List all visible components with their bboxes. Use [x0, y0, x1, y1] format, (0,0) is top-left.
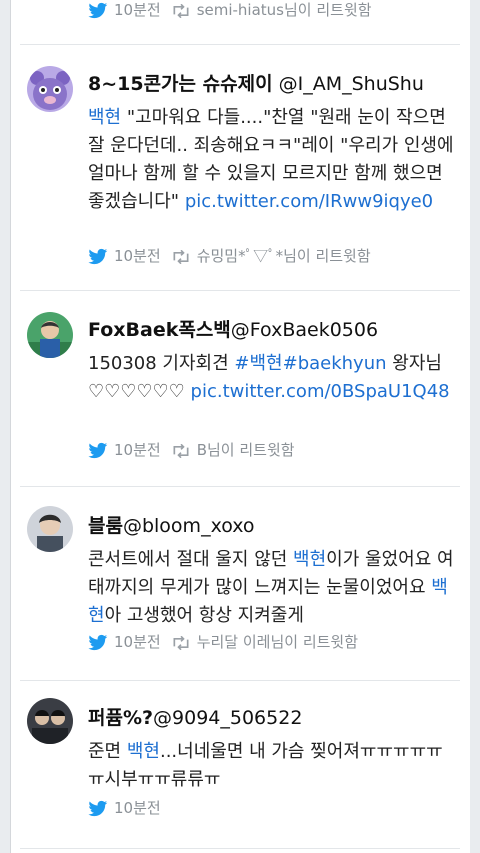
separator: [20, 290, 460, 291]
timeline-card: 10분전 semi-hiatus님이 리트윗함 8~15콘가는 슈슈제이 @I_A…: [10, 0, 470, 853]
tweet-header[interactable]: 퍼퓸%?@9094_506522: [88, 704, 456, 732]
tweet-header[interactable]: FoxBaek폭스백@FoxBaek0506: [88, 316, 456, 344]
tweet-header[interactable]: 8~15콘가는 슈슈제이 @I_AM_ShuShu: [88, 70, 456, 98]
tweet-text-part: 콘서트에서 절대 울지 않던: [88, 549, 294, 570]
retweet-icon: [173, 3, 189, 18]
pic-link[interactable]: pic.twitter.com/IRww9iqye0: [185, 191, 433, 212]
tweet-text-part: 150308 기자회견: [88, 353, 235, 374]
photo-avatar-icon: [27, 312, 73, 358]
avatar[interactable]: [27, 66, 73, 112]
tweet-text: 준면 백현...너네울면 내 가슴 찢어져ㅠㅠㅠㅠㅠㅠ시부ㅠㅠ류류ㅠ: [88, 738, 456, 794]
twitter-bird-icon: [88, 634, 108, 650]
hashtag-link[interactable]: #백현#baekhyun: [234, 353, 386, 374]
display-name[interactable]: FoxBaek폭스백: [88, 319, 231, 341]
user-handle[interactable]: @bloom_xoxo: [123, 515, 255, 537]
tweet-time: 10분전: [114, 441, 161, 459]
separator: [20, 848, 460, 849]
avatar[interactable]: [27, 312, 73, 358]
user-handle[interactable]: @I_AM_ShuShu: [279, 73, 424, 95]
tweet-text: 콘서트에서 절대 울지 않던 백현이가 울었어요 여태까지의 무게가 많이 느껴…: [88, 546, 456, 630]
retweeted-by[interactable]: semi-hiatus님이 리트윗함: [197, 1, 372, 19]
retweeted-by[interactable]: B님이 리트윗함: [197, 441, 295, 459]
hashtag-link[interactable]: 백현: [293, 549, 326, 570]
user-handle[interactable]: @FoxBaek0506: [231, 319, 378, 341]
tweet-text-part: 아 고생했어 항상 지켜줄게: [104, 605, 304, 626]
retweet-icon: [173, 635, 189, 650]
retweeted-by[interactable]: 누리달 이레님이 리트윗함: [197, 633, 358, 651]
photo-avatar-icon: [27, 506, 73, 552]
tweet-time: 10분전: [114, 1, 161, 19]
user-handle[interactable]: @9094_506522: [153, 707, 302, 729]
avatar[interactable]: [27, 506, 73, 552]
bear-avatar-icon: [27, 66, 73, 112]
photo-avatar-icon: [27, 698, 73, 744]
tweet-meta: 10분전: [88, 798, 171, 818]
separator: [20, 680, 460, 681]
retweet-icon: [173, 443, 189, 458]
tweet-time: 10분전: [114, 799, 161, 817]
tweet-meta: 10분전 슈밍밈*ﾟ▽ﾟ*님이 리트윗함: [88, 246, 371, 266]
hashtag-link[interactable]: 백현: [127, 741, 160, 762]
twitter-bird-icon: [88, 800, 108, 816]
twitter-bird-icon: [88, 442, 108, 458]
separator: [20, 486, 460, 487]
display-name[interactable]: 블룸: [88, 515, 123, 537]
hashtag-link[interactable]: 백현: [88, 107, 121, 128]
tweet-text: 150308 기자회견 #백현#baekhyun 왕자님♡♡♡♡♡♡ pic.t…: [88, 350, 456, 406]
tweet-meta: 10분전 B님이 리트윗함: [88, 440, 295, 460]
tweet-text-part: 준면: [88, 741, 127, 762]
retweet-icon: [173, 249, 189, 264]
tweet-time: 10분전: [114, 247, 161, 265]
tweet-text: 백현 "고마워요 다들...."찬열 "원래 눈이 작으면 잘 운다던데.. 죄…: [88, 104, 456, 216]
tweet-time: 10분전: [114, 633, 161, 651]
tweet-meta-top: 10분전 semi-hiatus님이 리트윗함: [88, 0, 372, 20]
avatar[interactable]: [27, 698, 73, 744]
display-name[interactable]: 퍼퓸%?: [88, 707, 153, 729]
twitter-bird-icon: [88, 248, 108, 264]
tweet-meta: 10분전 누리달 이레님이 리트윗함: [88, 632, 358, 652]
tweet-header[interactable]: 블룸@bloom_xoxo: [88, 512, 456, 540]
twitter-bird-icon: [88, 2, 108, 18]
retweeted-by[interactable]: 슈밍밈*ﾟ▽ﾟ*님이 리트윗함: [197, 247, 371, 265]
pic-link[interactable]: pic.twitter.com/0BSpaU1Q48: [191, 381, 450, 402]
separator: [20, 44, 460, 45]
timeline-line: [10, 0, 11, 853]
display-name[interactable]: 8~15콘가는 슈슈제이: [88, 73, 273, 95]
